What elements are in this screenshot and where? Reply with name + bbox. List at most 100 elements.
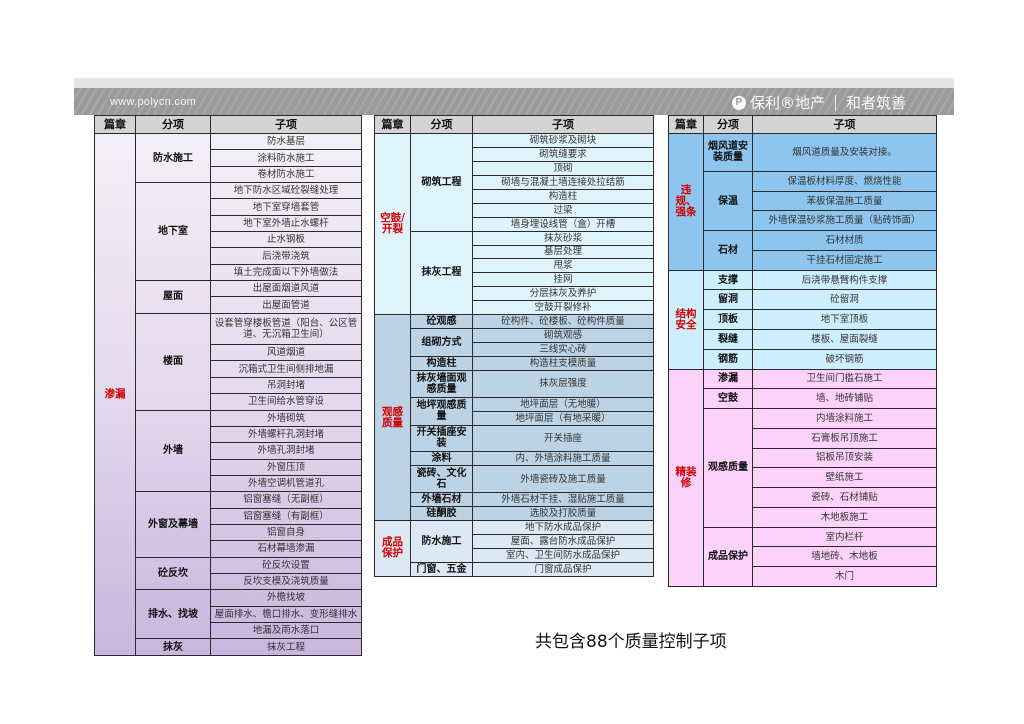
subitem-cell: 室内栏杆 — [752, 526, 937, 548]
table-row: 成品保护 室内栏杆 — [669, 526, 937, 588]
category-cell: 地坪观感质量 — [410, 396, 473, 426]
table-row: 外墙 外墙砌筑 — [95, 409, 362, 493]
subitem-cell: 外墙瓷砖及施工质量 — [472, 465, 654, 493]
category-cell: 屋面 — [135, 280, 211, 314]
table-row: 地坪观感质量 地坪面层（无地暖） — [375, 396, 654, 426]
table-row: 涂料 内、外墙涂料施工质量 — [375, 451, 654, 467]
subitem-cell: 破坏钢筋 — [752, 348, 937, 370]
subitem-cell: 地坪面层（有地采暖） — [472, 410, 654, 426]
subitem-cell: 外墙石材干挂、湿贴施工质量 — [472, 491, 654, 507]
table-row: 空鼓 墙、地砖铺贴 — [669, 388, 937, 410]
category-cell: 渗漏 — [703, 368, 753, 390]
subitem-cell: 屋面排水、檐口排水、变形缝排水 — [210, 605, 362, 623]
table-row: 抹灰 抹灰工程 — [95, 638, 362, 656]
category-cell: 组砌方式 — [410, 328, 473, 357]
table-row: 结构安全 支撑 后浇带悬臂构件支撑 — [668, 269, 937, 370]
subitem-cell: 保温板材料厚度、燃烧性能 — [752, 170, 937, 192]
table-row: 排水、找坡 外檐找坡 — [95, 589, 362, 640]
subitem-cell: 外墙保温砂浆施工质量（贴砖饰面） — [752, 210, 937, 232]
table-row: 组砌方式 砌筑观感 — [375, 328, 654, 357]
subitem-cell: 楼板、屋面裂缝 — [752, 329, 937, 350]
subitem-cell: 构造柱 — [472, 188, 654, 204]
category-cell: 石材 — [703, 230, 753, 271]
header-subitem: 子项 — [472, 115, 654, 134]
category-cell: 砼观感 — [410, 314, 473, 330]
header-banner: www.polycn.com P 保利®地产 和者筑善 — [74, 88, 954, 115]
subitem-cell: 木地板施工 — [752, 506, 937, 528]
chapter-cell: 渗漏 — [94, 133, 136, 656]
table-row: 观感质量 内墙涂料施工 — [669, 408, 937, 528]
table-row: 钢筋 破坏钢筋 — [669, 348, 937, 370]
subitem-cell: 外墙螺杆孔洞封堵 — [210, 425, 362, 444]
table-row: 留洞 砼留洞 — [669, 289, 937, 311]
category-cell: 防水施工 — [410, 519, 473, 563]
table-row: 违规、强条 烟风道安装质量 烟风道质量及安装对接。 — [668, 133, 937, 271]
category-cell: 楼面 — [135, 312, 211, 411]
chapter-cell: 违规、强条 — [668, 133, 704, 271]
category-cell: 外墙石材 — [410, 491, 473, 507]
category-cell: 砌筑工程 — [410, 133, 473, 232]
chapter-cell: 结构安全 — [668, 269, 704, 370]
subitem-cell: 外窗压顶 — [210, 458, 362, 476]
subitem-cell: 墙身埋设线管（盒）开槽 — [472, 216, 654, 232]
table-row: 石材 石材材质 — [669, 230, 937, 271]
category-cell: 支撑 — [703, 269, 753, 291]
table-row: 楼面 设套管穿楼板管道（阳台、公区管道、无沉箱卫生间） — [95, 312, 362, 411]
table-row: 构造柱 构造柱支模质量 — [375, 356, 654, 371]
summary-caption: 共包含88个质量控制子项 — [535, 632, 727, 652]
category-cell: 留洞 — [703, 289, 753, 311]
subitem-cell: 墙地砖、木地板 — [752, 546, 937, 568]
category-cell: 外墙 — [135, 409, 211, 493]
subitem-cell: 铝窗自身 — [210, 523, 362, 542]
subitem-cell: 屋面、露台防水成品保护 — [472, 533, 654, 549]
subitem-cell: 石材材质 — [752, 230, 937, 251]
category-cell: 硅酮胶 — [410, 505, 473, 521]
category-cell: 外窗及幕墙 — [135, 491, 211, 558]
category-cell: 抹灰工程 — [410, 230, 473, 316]
brand-slogan: 和者筑善 — [845, 94, 906, 112]
website-url: www.polycn.com — [110, 96, 197, 108]
subitem-cell: 石材幕墙渗漏 — [210, 540, 362, 558]
header-category: 分项 — [410, 115, 473, 134]
subitem-cell: 风道烟道 — [210, 344, 362, 362]
subitem-cell: 木门 — [752, 566, 937, 587]
subitem-cell: 苯板保温施工质量 — [752, 190, 937, 212]
table-row: 抹灰墙面观感质量 抹灰层强度 — [375, 369, 654, 398]
table-row: 开关插座安装 开关插座 — [375, 424, 654, 453]
subitem-cell: 抹灰工程 — [210, 638, 362, 656]
subitem-cell: 后浇带悬臂构件支撑 — [752, 269, 937, 291]
chapter-cell: 精装修 — [668, 368, 704, 588]
subitem-cell: 砌墙与混凝土墙连接处拉结筋 — [472, 174, 654, 190]
subitem-cell: 铝窗塞缝（有副框） — [210, 507, 362, 525]
subitem-cell: 选胶及打胶质量 — [472, 505, 654, 521]
category-cell: 抹灰 — [135, 638, 211, 656]
table-row: 裂缝 楼板、屋面裂缝 — [669, 329, 937, 350]
subitem-cell: 填土完成面以下外墙做法 — [210, 263, 362, 282]
subitem-cell: 地下室顶板 — [752, 309, 937, 330]
category-cell: 排水、找坡 — [135, 589, 211, 640]
subitem-cell: 挂网 — [472, 272, 654, 288]
subitem-cell: 防水基层 — [210, 132, 362, 151]
subitem-cell: 瓷砖、石材铺贴 — [752, 487, 937, 508]
quality-table-safety-decoration: 篇章 分项 子项 违规、强条 烟风道安装质量 烟风道质量及安装对接。 保温 保温板材料厚… — [668, 115, 937, 588]
header-chapter: 篇章 — [374, 115, 411, 134]
category-cell: 门窗、五金 — [410, 561, 473, 578]
subitem-cell: 石膏板吊顶施工 — [752, 427, 937, 449]
subitem-cell: 过梁 — [472, 202, 654, 218]
subitem-cell: 砌筑观感 — [472, 328, 654, 344]
subitem-cell: 砌筑缝要求 — [472, 146, 654, 162]
chapter-cell: 观感质量 — [374, 314, 411, 521]
table-row: 成品保护 防水施工 地下防水成品保护 — [374, 519, 654, 578]
subitem-cell: 干挂石材固定施工 — [752, 249, 937, 271]
table-row: 外窗及幕墙 铝窗塞缝（无副框） — [95, 491, 362, 558]
category-cell: 保温 — [703, 170, 753, 232]
subitem-cell: 外墙砌筑 — [210, 409, 362, 427]
table-row: 屋面 出屋面烟道风道 — [95, 280, 362, 314]
table-row: 瓷砖、文化石 外墙瓷砖及施工质量 — [375, 465, 654, 493]
subitem-cell: 壁纸施工 — [752, 467, 937, 489]
subitem-cell: 出屋面管道 — [210, 296, 362, 314]
subitem-cell: 卷材防水施工 — [210, 165, 362, 184]
subitem-cell: 烟风道质量及安装对接。 — [752, 133, 937, 172]
category-cell: 空鼓 — [703, 388, 753, 410]
category-cell: 裂缝 — [703, 329, 753, 350]
